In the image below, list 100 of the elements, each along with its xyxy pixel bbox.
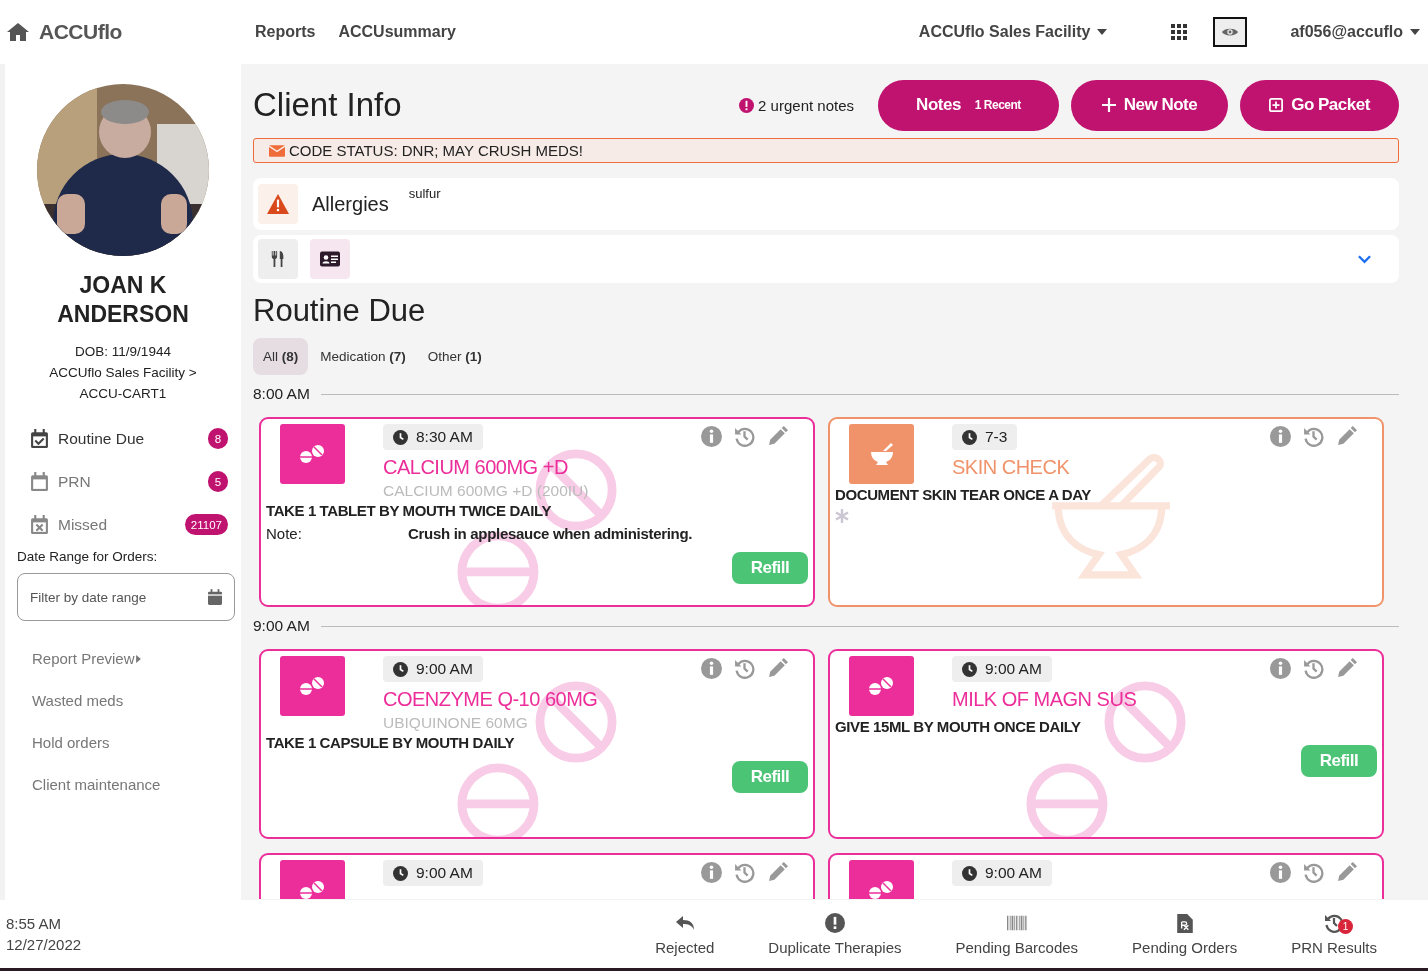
date-range-label: Date Range for Orders:	[17, 549, 159, 564]
eye-icon[interactable]	[1221, 26, 1240, 38]
client-name: JOAN K ANDERSON	[56, 271, 190, 329]
sidebar-item[interactable]: PRN 5	[31, 471, 228, 492]
history-icon[interactable]	[1303, 862, 1324, 883]
history-icon[interactable]	[1303, 658, 1324, 679]
sidebar-link[interactable]: Report Preview	[32, 637, 241, 679]
order-card[interactable]: 8:30 AM CALCIUM 600MG +D CALCIUM 600MG +D (200IU) TAKE 1 TABLET BY MOUTH TWICE DAILY Note: Crush in applesauce when administering. Refill	[259, 417, 815, 607]
status-action[interactable]: 1 PRN Results	[1264, 912, 1404, 956]
client-facility: ACCUflo Sales Facility >	[48, 364, 198, 382]
envelope-icon	[269, 144, 285, 157]
caret-icon[interactable]	[1097, 29, 1108, 35]
date-range-field[interactable]: Filter by date range	[17, 573, 235, 621]
warning-icon	[267, 194, 289, 214]
plus-square-icon	[1269, 98, 1284, 112]
time-group-label: 8:00 AM	[253, 385, 310, 403]
directions-text: GIVE 15ML BY MOUTH ONCE DAILY	[835, 718, 1082, 735]
edit-pencil-icon[interactable]	[767, 426, 788, 447]
rx-document-icon	[1174, 912, 1195, 933]
time-pill: 9:00 AM	[952, 656, 1052, 682]
clock-icon	[962, 429, 977, 445]
go-packet-button[interactable]: Go Packet	[1240, 79, 1399, 131]
filter-tab[interactable]: Other (1)	[417, 338, 492, 375]
edit-pencil-icon[interactable]	[1336, 658, 1357, 679]
edit-pencil-icon[interactable]	[767, 658, 788, 679]
clock-icon	[393, 661, 408, 677]
time-group-label: 9:00 AM	[253, 617, 310, 635]
order-card[interactable]: 9:00 AM COENZYME Q-10 60MG UBIQUINONE 60MG TAKE 1 CAPSULE BY MOUTH DAILY Refill	[259, 649, 815, 839]
pills-icon	[849, 656, 914, 716]
info-icon[interactable]	[701, 658, 722, 679]
notes-button[interactable]: Notes 1 Recent	[878, 79, 1059, 131]
status-date: 12/27/2022	[6, 936, 82, 953]
order-title: CALCIUM 600MG +D	[383, 456, 568, 479]
sidebar-item[interactable]: Missed 21107	[31, 514, 228, 535]
chevron-down-icon[interactable]	[1358, 254, 1371, 264]
edit-pencil-icon[interactable]	[1336, 862, 1357, 883]
nav-link[interactable]: Reports	[255, 23, 316, 41]
history-icon[interactable]	[1303, 426, 1324, 447]
status-action[interactable]: Pending Orders	[1105, 912, 1265, 956]
note-text: Crush in applesauce when administering.	[408, 525, 693, 542]
pills-icon	[280, 656, 345, 716]
time-pill: 7-3	[952, 424, 1018, 450]
sidebar-link[interactable]: Client maintenance	[32, 763, 241, 805]
directions-text: TAKE 1 TABLET BY MOUTH TWICE DAILY	[266, 502, 553, 519]
mortar-icon	[849, 424, 914, 484]
order-card[interactable]: 9:00 AM MILK OF MAGN SUS GIVE 15ML BY MOUTH ONCE DAILY Refill	[828, 649, 1384, 839]
info-icon[interactable]	[701, 862, 722, 883]
history-icon[interactable]	[734, 426, 755, 447]
time-pill: 9:00 AM	[383, 860, 483, 886]
order-card[interactable]: 9:00 AM	[259, 853, 815, 899]
home-icon[interactable]	[6, 22, 30, 42]
info-icon[interactable]	[1270, 426, 1291, 447]
brand-name[interactable]: ACCUflo	[39, 20, 122, 44]
urgent-notes[interactable]: 2 urgent notes	[739, 96, 854, 114]
new-note-button[interactable]: New Note	[1071, 79, 1228, 131]
edit-pencil-icon[interactable]	[767, 862, 788, 883]
sidebar-link[interactable]: Wasted meds	[32, 679, 241, 721]
calendar-x-icon	[31, 515, 48, 534]
status-action[interactable]: Pending Barcodes	[928, 912, 1106, 956]
info-icon[interactable]	[1270, 862, 1291, 883]
id-card-button[interactable]	[310, 239, 350, 279]
client-cart: ACCU-CART1	[78, 385, 168, 403]
user-dropdown[interactable]: af056@accuflo	[1290, 23, 1420, 41]
pills-icon	[280, 424, 345, 484]
order-card[interactable]: 9:00 AM	[828, 853, 1384, 899]
count-badge: 21107	[184, 514, 228, 535]
clock-icon	[393, 429, 408, 445]
id-card-icon	[320, 251, 340, 267]
history-icon[interactable]	[734, 658, 755, 679]
time-pill: 9:00 AM	[952, 860, 1052, 886]
filter-tab[interactable]: Medication (7)	[310, 338, 416, 375]
order-title: COENZYME Q-10 60MG	[383, 688, 598, 711]
status-time: 8:55 AM	[6, 915, 63, 932]
order-title: MILK OF MAGN SUS	[952, 688, 1137, 711]
filter-tab[interactable]: All (8)	[253, 338, 309, 375]
order-card[interactable]: 7-3 SKIN CHECK DOCUMENT SKIN TEAR ONCE A DAY	[828, 417, 1384, 607]
info-icon[interactable]	[1270, 658, 1291, 679]
section-title: Routine Due	[253, 293, 427, 329]
clock-icon	[962, 865, 977, 881]
eye-button[interactable]	[1213, 17, 1248, 47]
info-icon[interactable]	[701, 426, 722, 447]
history-icon[interactable]	[734, 862, 755, 883]
calendar-icon	[31, 472, 48, 491]
clock-icon	[393, 865, 408, 881]
alert-icon	[739, 97, 755, 113]
time-pill: 8:30 AM	[383, 424, 483, 450]
sidebar-link[interactable]: Hold orders	[32, 721, 241, 763]
status-action[interactable]: Rejected	[628, 912, 742, 956]
utensils-button[interactable]	[258, 239, 298, 279]
facility-dropdown[interactable]: ACCUflo Sales Facility	[918, 23, 1108, 41]
clock-icon	[962, 661, 977, 677]
note-label: Note:	[266, 525, 303, 542]
grid-icon[interactable]	[1171, 24, 1188, 40]
nav-link[interactable]: ACCUsummary	[338, 23, 456, 41]
sidebar-item[interactable]: Routine Due 8	[31, 428, 228, 449]
edit-pencil-icon[interactable]	[1336, 426, 1357, 447]
caret-icon[interactable]	[1410, 29, 1420, 35]
caret-right-icon	[135, 654, 141, 663]
status-action[interactable]: Duplicate Therapies	[741, 912, 929, 956]
asterisk-icon	[835, 509, 849, 523]
